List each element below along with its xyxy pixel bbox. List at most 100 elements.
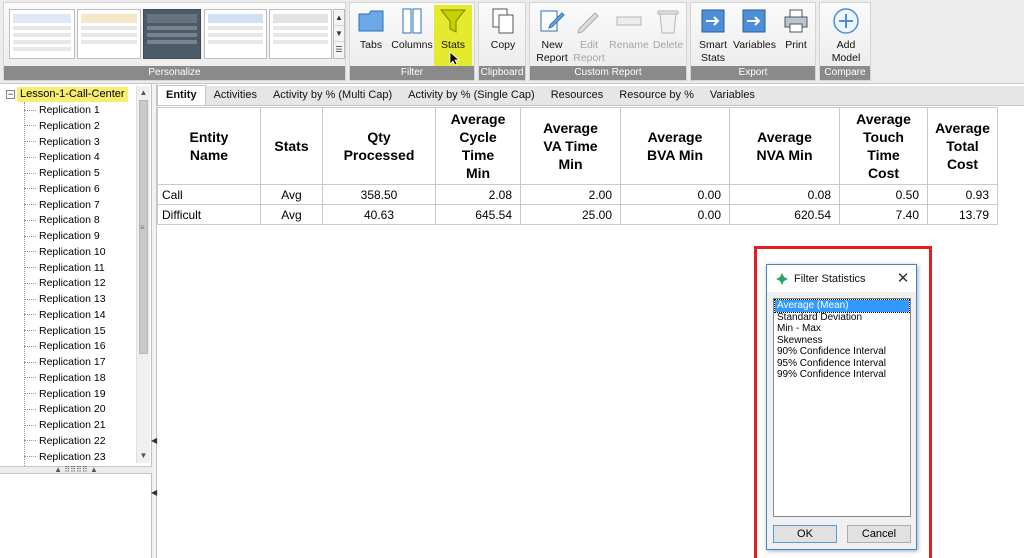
tab-activity-by-single-cap[interactable]: Activity by % (Single Cap) <box>400 86 543 105</box>
ok-button[interactable]: OK <box>773 525 837 543</box>
table-cell: Avg <box>260 184 323 205</box>
splitter-arrow-icon[interactable]: ◀ <box>151 436 157 445</box>
tree-item-replication[interactable]: Replication 5 <box>24 166 100 181</box>
tree-item-replication[interactable]: Replication 8 <box>24 213 100 228</box>
table-cell: 358.50 <box>322 184 436 205</box>
tab-resources[interactable]: Resources <box>543 86 612 105</box>
tree-item-replication[interactable]: Replication 3 <box>24 135 100 150</box>
tree-root[interactable]: − Lesson-1-Call-Center <box>6 87 128 102</box>
column-header[interactable]: Average Total Cost <box>927 107 998 185</box>
gallery-more-icon[interactable]: ☰ <box>334 42 344 58</box>
tree-item-replication[interactable]: Replication 18 <box>24 371 106 386</box>
collapse-icon[interactable]: − <box>6 90 15 99</box>
column-header[interactable]: Average Touch Time Cost <box>839 107 928 185</box>
column-header[interactable]: Entity Name <box>157 107 261 185</box>
variables-export-button[interactable]: Variables <box>733 5 776 52</box>
cancel-button[interactable]: Cancel <box>847 525 911 543</box>
column-header[interactable]: Average NVA Min <box>729 107 840 185</box>
tabs-button[interactable]: Tabs <box>356 5 386 52</box>
tree-root-label[interactable]: Lesson-1-Call-Center <box>17 87 128 102</box>
tree-item-replication[interactable]: Replication 11 <box>24 261 105 276</box>
tab-variables[interactable]: Variables <box>702 86 763 105</box>
column-header-text: Qty <box>367 129 391 145</box>
tab-activities[interactable]: Activities <box>206 86 265 105</box>
smart-stats-button[interactable]: Smart Stats <box>695 5 731 65</box>
copy-button[interactable]: Copy <box>483 5 523 52</box>
style-thumbnail-1[interactable] <box>9 9 75 59</box>
export-group-label: Export <box>691 66 815 80</box>
gallery-scroll[interactable]: ▲ ▼ ☰ <box>333 9 345 59</box>
gallery-up-icon[interactable]: ▲ <box>334 10 344 26</box>
scroll-grip-icon: ≡ <box>140 223 145 232</box>
add-model-button[interactable]: Add Model <box>826 5 866 65</box>
columns-icon <box>402 8 422 34</box>
edit-report-button[interactable]: Edit Report <box>572 5 606 65</box>
splitter-arrow-icon-2[interactable]: ◀ <box>151 488 157 497</box>
delete-button[interactable]: Delete <box>650 5 686 52</box>
tree-item-replication[interactable]: Replication 14 <box>24 308 106 323</box>
tree-item-replication[interactable]: Replication 1 <box>24 103 100 118</box>
statistic-option[interactable]: 95% Confidence Interval <box>775 358 909 370</box>
statistic-option[interactable]: 99% Confidence Interval <box>775 369 909 381</box>
dialog-titlebar[interactable]: Filter Statistics ✕ <box>767 265 916 292</box>
new-report-button[interactable]: New Report <box>534 5 570 65</box>
tree-item-replication[interactable]: Replication 21 <box>24 418 106 433</box>
statistics-listbox[interactable]: Average (Mean) Standard Deviation Min - Ma… <box>773 298 911 517</box>
table-cell: 0.50 <box>839 184 928 205</box>
tree-item-replication[interactable]: Replication 22 <box>24 434 106 449</box>
clipboard-group-label: Clipboard <box>479 66 525 80</box>
style-thumbnail-2[interactable] <box>77 9 141 59</box>
stats-button[interactable]: Stats <box>434 5 472 68</box>
tree-item-replication[interactable]: Replication 2 <box>24 119 100 134</box>
tree-item-replication[interactable]: Replication 4 <box>24 150 100 165</box>
statistic-option[interactable]: Standard Deviation <box>775 312 909 324</box>
table-row[interactable]: Call Avg 358.50 2.08 2.00 0.00 0.08 0.50 0.93 <box>157 184 998 205</box>
tree-item-replication[interactable]: Replication 9 <box>24 229 100 244</box>
statistic-option[interactable]: Skewness <box>775 335 909 347</box>
rename-button[interactable]: Rename <box>608 5 650 52</box>
tree-item-replication[interactable]: Replication 20 <box>24 402 106 417</box>
statistic-option[interactable]: Min - Max <box>775 323 909 335</box>
tree-scrollbar[interactable]: ▲ ≡ ▼ <box>136 86 150 463</box>
tree-item-replication[interactable]: Replication 15 <box>24 324 106 339</box>
tree-item-replication[interactable]: Replication 7 <box>24 198 100 213</box>
tree-item-replication[interactable]: Replication 23 <box>24 450 106 465</box>
column-header[interactable]: Qty Processed <box>322 107 436 185</box>
tree-item-replication[interactable]: Replication 17 <box>24 355 106 370</box>
column-header[interactable]: Average BVA Min <box>620 107 730 185</box>
horizontal-splitter[interactable]: ▲ ⠿⠿⠿⠿ ▲ <box>0 466 152 474</box>
print-button[interactable]: Print <box>779 5 813 52</box>
tree-item-replication[interactable]: Replication 6 <box>24 182 100 197</box>
tree-item-replication[interactable]: Replication 19 <box>24 387 106 402</box>
column-header[interactable]: Average VA Time Min <box>520 107 621 185</box>
gallery-down-icon[interactable]: ▼ <box>334 26 344 42</box>
recycle-bin-icon <box>657 10 679 34</box>
tab-resource-by[interactable]: Resource by % <box>611 86 702 105</box>
tab-activity-by-multi-cap[interactable]: Activity by % (Multi Cap) <box>265 86 400 105</box>
scroll-down-icon[interactable]: ▼ <box>137 449 150 463</box>
style-thumbnail-5[interactable] <box>269 9 332 59</box>
close-icon[interactable]: ✕ <box>890 265 916 292</box>
table-cell: 13.79 <box>927 204 998 225</box>
report-tabs: Entity Activities Activity by % (Multi Cap… <box>157 85 1024 106</box>
style-thumbnail-4[interactable] <box>204 9 267 59</box>
tree-item-replication[interactable]: Replication 12 <box>24 276 106 291</box>
column-header[interactable]: Stats <box>260 107 323 185</box>
scroll-up-icon[interactable]: ▲ <box>137 86 150 100</box>
columns-button[interactable]: Columns <box>390 5 434 52</box>
table-cell: 0.93 <box>927 184 998 205</box>
statistic-option[interactable]: Average (Mean) <box>774 299 910 313</box>
tree-item-replication[interactable]: Replication 10 <box>24 245 106 260</box>
tab-entity[interactable]: Entity <box>157 85 206 105</box>
tree-item-replication[interactable]: Replication 13 <box>24 292 106 307</box>
tree-item-replication[interactable]: Replication 16 <box>24 339 106 354</box>
smart-stats-label: Smart <box>698 39 727 51</box>
table-row[interactable]: Difficult Avg 40.63 645.54 25.00 0.00 620.54 7.… <box>157 204 998 225</box>
delete-label: Delete <box>652 39 684 51</box>
add-circle-icon <box>833 8 859 34</box>
column-header[interactable]: Average Cycle Time Min <box>435 107 521 185</box>
print-label: Print <box>785 39 807 51</box>
statistic-option[interactable]: 90% Confidence Interval <box>775 346 909 358</box>
export-group: Smart Stats Variables Print Export <box>690 2 816 81</box>
style-thumbnail-3[interactable] <box>143 9 201 59</box>
